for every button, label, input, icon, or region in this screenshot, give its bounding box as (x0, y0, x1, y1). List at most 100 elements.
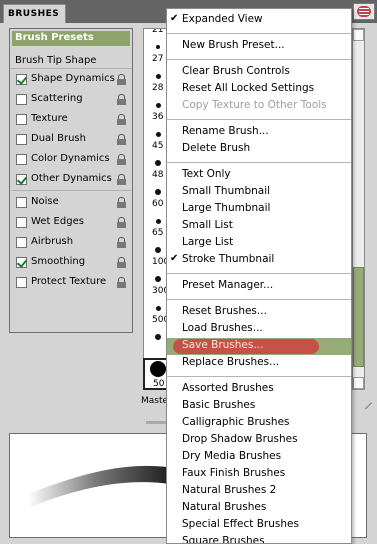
lock-icon[interactable] (117, 114, 126, 125)
option-noise[interactable]: Noise (10, 194, 132, 212)
lock-icon[interactable] (117, 237, 126, 248)
lock-icon[interactable] (117, 217, 126, 228)
options-divider (11, 190, 131, 191)
brush-size-label: 48 (152, 170, 164, 180)
menu-item-label: Copy Texture to Other Tools (182, 99, 327, 111)
checkbox[interactable] (16, 134, 27, 145)
menu-item-small-thumbnail[interactable]: Small Thumbnail (167, 184, 351, 201)
lock-icon[interactable] (117, 277, 126, 288)
brush-size-label: 45 (152, 141, 164, 151)
menu-divider (167, 162, 351, 163)
menu-item-basic-brushes[interactable]: Basic Brushes (167, 398, 351, 415)
menu-item-dry-media-brushes[interactable]: Dry Media Brushes (167, 449, 351, 466)
brushes-tab[interactable]: BRUSHES (3, 4, 66, 23)
menu-item-natural-brushes[interactable]: Natural Brushes (167, 500, 351, 517)
brush-dot-icon (155, 305, 161, 311)
menu-item-reset-all-locked-settings[interactable]: Reset All Locked Settings (167, 81, 351, 98)
menu-item-rename-brush[interactable]: Rename Brush... (167, 124, 351, 141)
option-label: Airbrush (31, 236, 74, 247)
brush-dot-icon (155, 160, 161, 166)
option-color-dynamics[interactable]: Color Dynamics (10, 151, 132, 169)
option-scattering[interactable]: Scattering (10, 91, 132, 109)
brush-dot-icon (155, 102, 161, 108)
menu-item-natural-brushes-2[interactable]: Natural Brushes 2 (167, 483, 351, 500)
menu-item-label: Square Brushes (182, 535, 265, 544)
lock-icon[interactable] (117, 94, 126, 105)
menu-item-calligraphic-brushes[interactable]: Calligraphic Brushes (167, 415, 351, 432)
menu-item-faux-finish-brushes[interactable]: Faux Finish Brushes (167, 466, 351, 483)
brush-dot-icon (155, 189, 161, 195)
menu-item-label: Basic Brushes (182, 399, 256, 411)
options-scrollbar[interactable] (352, 28, 365, 390)
menu-item-label: Stroke Thumbnail (182, 253, 275, 265)
menu-item-label: Assorted Brushes (182, 382, 274, 394)
menu-item-label: Text Only (182, 168, 231, 180)
menu-item-label: Reset All Locked Settings (182, 82, 315, 94)
menu-item-label: Calligraphic Brushes (182, 416, 290, 428)
lock-icon[interactable] (117, 197, 126, 208)
option-label: Smoothing (31, 256, 86, 267)
checkbox[interactable] (16, 114, 27, 125)
lock-icon[interactable] (117, 174, 126, 185)
menu-item-label: Natural Brushes (182, 501, 267, 513)
menu-item-drop-shadow-brushes[interactable]: Drop Shadow Brushes (167, 432, 351, 449)
menu-item-large-list[interactable]: Large List (167, 235, 351, 252)
menu-item-assorted-brushes[interactable]: Assorted Brushes (167, 381, 351, 398)
checkbox[interactable] (16, 257, 27, 268)
option-label: Protect Texture (31, 276, 107, 287)
option-wet-edges[interactable]: Wet Edges (10, 214, 132, 232)
menu-item-delete-brush[interactable]: Delete Brush (167, 141, 351, 158)
checkbox[interactable] (16, 197, 27, 208)
panel-menu-button[interactable] (353, 3, 375, 20)
menu-item-preset-manager[interactable]: Preset Manager... (167, 278, 351, 295)
menu-item-small-list[interactable]: Small List (167, 218, 351, 235)
menu-item-save-brushes[interactable]: Save Brushes... (167, 338, 351, 355)
menu-item-label: Clear Brush Controls (182, 65, 290, 77)
scroll-up-arrow-icon[interactable] (353, 29, 364, 41)
menu-item-square-brushes[interactable]: Square Brushes (167, 534, 351, 544)
menu-item-expanded-view[interactable]: ✔ Expanded View (167, 12, 351, 29)
option-other-dynamics[interactable]: Other Dynamics (10, 171, 132, 189)
lock-icon[interactable] (117, 134, 126, 145)
brush-dot-icon (156, 45, 160, 49)
option-label: Shape Dynamics (31, 73, 115, 84)
option-airbrush[interactable]: Airbrush (10, 234, 132, 252)
option-smoothing[interactable]: Smoothing (10, 254, 132, 272)
menu-item-large-thumbnail[interactable]: Large Thumbnail (167, 201, 351, 218)
menu-item-text-only[interactable]: Text Only (167, 167, 351, 184)
menu-item-label: Large Thumbnail (182, 202, 271, 214)
option-texture[interactable]: Texture (10, 111, 132, 129)
lock-icon[interactable] (117, 74, 126, 85)
scrollbar-thumb[interactable] (353, 267, 364, 367)
brush-size-label: 65 (152, 228, 164, 238)
menu-item-clear-brush-controls[interactable]: Clear Brush Controls (167, 64, 351, 81)
checkbox[interactable] (16, 154, 27, 165)
lock-icon[interactable] (117, 257, 126, 268)
brush-dot-icon (155, 218, 161, 224)
checkbox[interactable] (16, 237, 27, 248)
menu-item-new-brush-preset[interactable]: New Brush Preset... (167, 38, 351, 55)
menu-item-replace-brushes[interactable]: Replace Brushes... (167, 355, 351, 372)
checkbox[interactable] (16, 74, 27, 85)
menu-item-load-brushes[interactable]: Load Brushes... (167, 321, 351, 338)
scroll-down-arrow-icon[interactable] (353, 377, 364, 389)
option-dual-brush[interactable]: Dual Brush (10, 131, 132, 149)
checkbox[interactable] (16, 277, 27, 288)
menu-item-label: Reset Brushes... (182, 305, 267, 317)
resize-grip-icon[interactable] (362, 393, 373, 404)
menu-divider (167, 33, 351, 34)
menu-item-reset-brushes[interactable]: Reset Brushes... (167, 304, 351, 321)
brush-tip-shape-item[interactable]: Brush Tip Shape (10, 51, 132, 69)
checkbox[interactable] (16, 174, 27, 185)
menu-item-special-effect-brushes[interactable]: Special Effect Brushes (167, 517, 351, 534)
option-shape-dynamics[interactable]: Shape Dynamics (10, 71, 132, 89)
brush-presets-item[interactable]: Brush Presets (12, 31, 130, 46)
menu-item-label: Natural Brushes 2 (182, 484, 277, 496)
checkbox[interactable] (16, 94, 27, 105)
menu-lines-icon (359, 8, 369, 9)
menu-item-stroke-thumbnail[interactable]: ✔ Stroke Thumbnail (167, 252, 351, 269)
menu-divider (167, 273, 351, 274)
checkbox[interactable] (16, 217, 27, 228)
lock-icon[interactable] (117, 154, 126, 165)
option-protect-texture[interactable]: Protect Texture (10, 274, 132, 292)
